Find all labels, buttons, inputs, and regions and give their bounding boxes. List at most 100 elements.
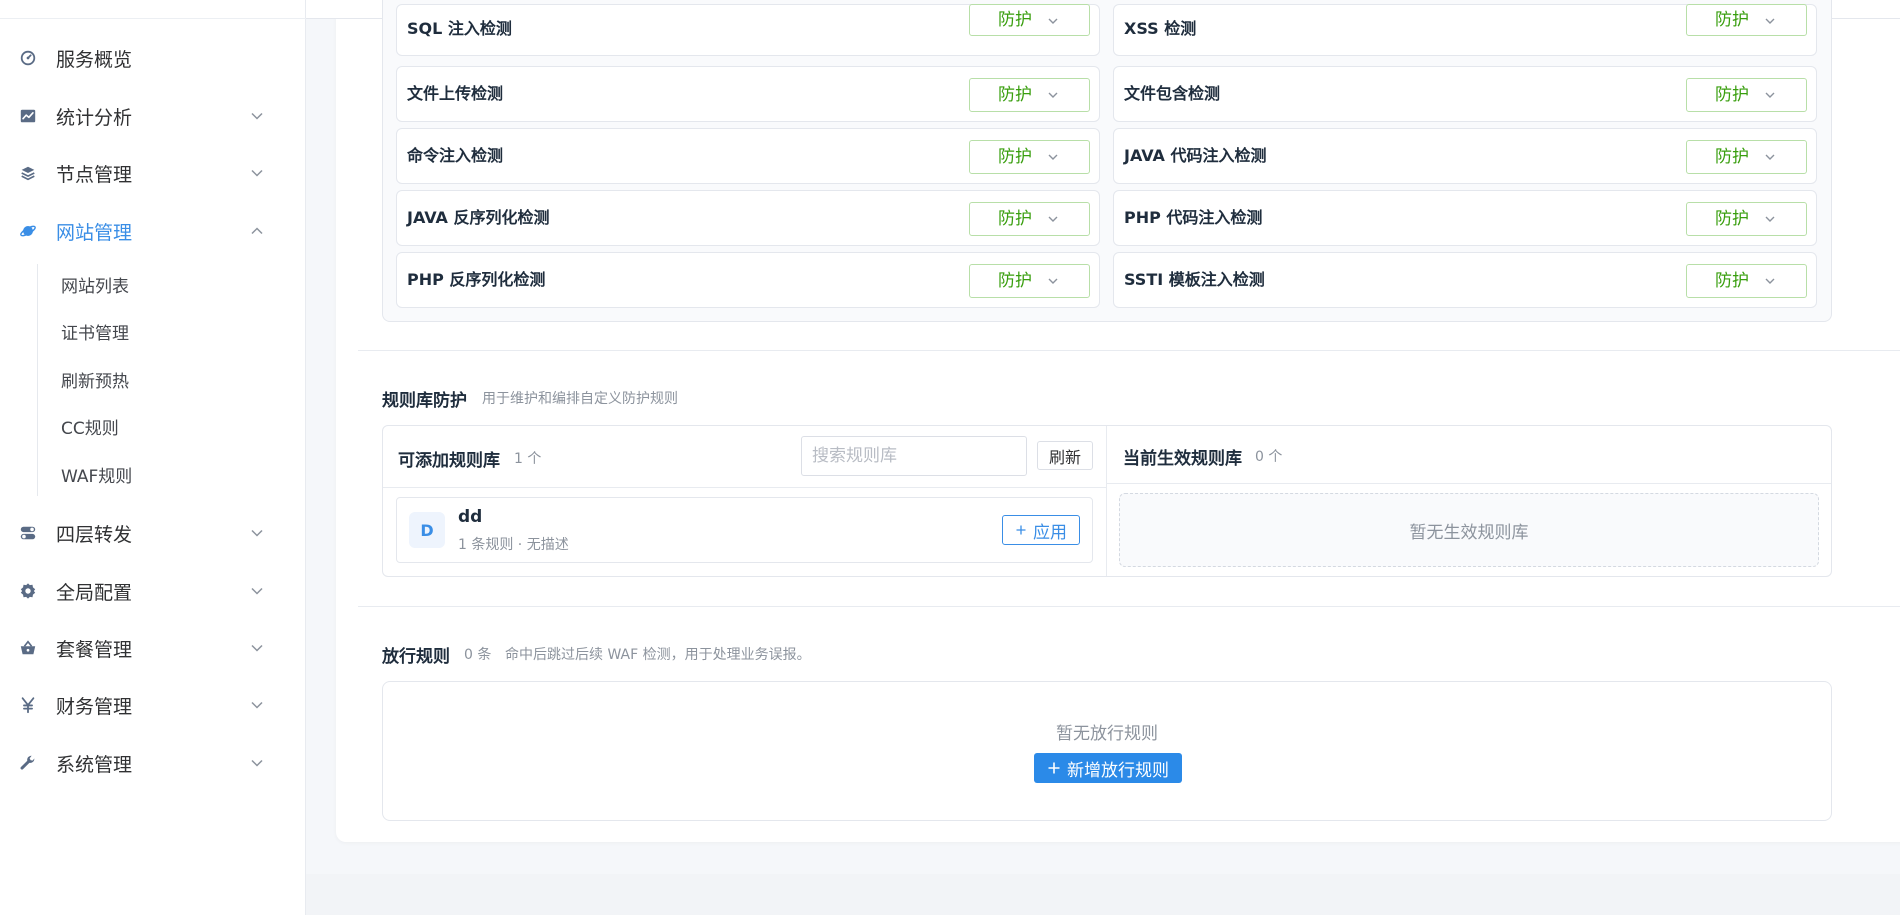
chevron-down-icon — [1765, 92, 1775, 98]
mode-select-ssti[interactable]: 防护 — [1686, 264, 1807, 298]
section-divider — [358, 606, 1900, 607]
wrench-icon — [18, 753, 38, 773]
mode-value: 防护 — [998, 10, 1032, 30]
mode-value: 防护 — [998, 85, 1032, 105]
sidebar-item-overview[interactable]: 服务概览 — [0, 34, 306, 82]
pass-rules-empty: 暂无放行规则 — [1056, 724, 1158, 744]
sidebar-item-system[interactable]: 系统管理 — [0, 739, 306, 787]
detection-name: SQL 注入检测 — [407, 19, 512, 38]
library-item: D dd 1 条规则 · 无描述 应用 — [396, 497, 1093, 563]
mode-value: 防护 — [1715, 271, 1749, 291]
library-avatar: D — [409, 512, 445, 548]
page-footer-area — [306, 874, 1900, 915]
mode-select-java-deserial[interactable]: 防护 — [969, 202, 1090, 236]
detection-name: PHP 反序列化检测 — [407, 270, 546, 289]
chevron-down-icon — [1765, 18, 1775, 24]
detection-row-java-deserial: JAVA 反序列化检测 防护 — [396, 190, 1100, 246]
apply-library-button[interactable]: 应用 — [1002, 515, 1080, 545]
sidebar-item-label: 四层转发 — [56, 523, 133, 546]
chevron-down-icon — [1765, 154, 1775, 160]
pass-rules-desc: 命中后跳过后续 WAF 检测，用于处理业务误报。 — [505, 647, 811, 663]
sidebar-item-global-config[interactable]: 全局配置 — [0, 567, 306, 615]
sidebar-item-statistics[interactable]: 统计分析 — [0, 92, 306, 140]
mode-value: 防护 — [998, 209, 1032, 229]
mode-value: 防护 — [1715, 85, 1749, 105]
chevron-down-icon — [251, 759, 263, 767]
active-libraries-count: 0 个 — [1255, 449, 1283, 465]
mode-value: 防护 — [998, 147, 1032, 167]
mode-select-sql[interactable]: 防护 — [969, 4, 1090, 36]
mode-value: 防护 — [998, 271, 1032, 291]
sidebar-item-websites[interactable]: 网站管理 — [0, 207, 306, 255]
detection-name: 命令注入检测 — [407, 146, 504, 165]
mode-value: 防护 — [1715, 209, 1749, 229]
detection-panel: SQL 注入检测 防护 XSS 检测 防护 文件上传检测 防护 文件包含检测 防… — [382, 0, 1832, 322]
detection-name: 文件上传检测 — [407, 84, 504, 103]
panel-divider — [383, 487, 1106, 488]
panel-separator — [1106, 426, 1107, 576]
chevron-down-icon — [251, 112, 263, 120]
detection-name: XSS 检测 — [1124, 19, 1197, 38]
sidebar-item-label: 网站管理 — [56, 221, 133, 244]
chevron-down-icon — [251, 644, 263, 652]
sidebar: 服务概览 统计分析 节点管理 网站管理 网站列表 证书管理 刷新预热 CC规则 … — [0, 0, 306, 915]
mode-select-file-include[interactable]: 防护 — [1686, 78, 1807, 112]
mode-select-command[interactable]: 防护 — [969, 140, 1090, 174]
submenu-item-waf-rules[interactable]: WAF规则 — [61, 462, 132, 487]
mode-select-java-code[interactable]: 防护 — [1686, 140, 1807, 174]
detection-row-java-code: JAVA 代码注入检测 防护 — [1113, 128, 1817, 184]
chevron-down-icon — [251, 587, 263, 595]
add-pass-rule-button[interactable]: 新增放行规则 — [1034, 753, 1182, 783]
sidebar-item-label: 节点管理 — [56, 163, 133, 186]
sidebar-item-nodes[interactable]: 节点管理 — [0, 149, 306, 197]
apply-label: 应用 — [1033, 522, 1067, 543]
submenu-item-cc-rules[interactable]: CC规则 — [61, 414, 119, 439]
chevron-down-icon — [251, 529, 263, 537]
submenu-item-site-list[interactable]: 网站列表 — [61, 272, 129, 297]
chevron-up-icon — [251, 227, 263, 235]
mode-select-php-code[interactable]: 防护 — [1686, 202, 1807, 236]
detection-row-php-deserial: PHP 反序列化检测 防护 — [396, 252, 1100, 308]
mode-value: 防护 — [1715, 147, 1749, 167]
sidebar-item-packages[interactable]: 套餐管理 — [0, 624, 306, 672]
sidebar-item-l4-forwarding[interactable]: 四层转发 — [0, 509, 306, 557]
chevron-down-icon — [1048, 216, 1058, 222]
section-divider — [358, 350, 1900, 351]
submenu-line — [37, 264, 38, 496]
layers-icon — [18, 163, 38, 183]
chevron-down-icon — [251, 701, 263, 709]
search-library-input[interactable] — [801, 436, 1027, 476]
detection-name: SSTI 模板注入检测 — [1124, 270, 1265, 289]
mode-select-php-deserial[interactable]: 防护 — [969, 264, 1090, 298]
chevron-down-icon — [1048, 278, 1058, 284]
rule-library-title: 规则库防护 — [382, 391, 467, 411]
mode-select-file-upload[interactable]: 防护 — [969, 78, 1090, 112]
panel-divider — [1107, 483, 1831, 484]
submenu-item-certificates[interactable]: 证书管理 — [61, 319, 129, 344]
refresh-button[interactable]: 刷新 — [1037, 441, 1093, 470]
pass-rules-panel: 暂无放行规则 新增放行规则 — [382, 681, 1832, 821]
detection-name: 文件包含检测 — [1124, 84, 1221, 103]
mode-value: 防护 — [1715, 10, 1749, 30]
sidebar-item-label: 财务管理 — [56, 695, 133, 718]
chevron-down-icon — [1765, 278, 1775, 284]
rule-library-panel: 可添加规则库 1 个 刷新 D dd 1 条规则 · 无描述 应用 当前生效规则… — [382, 425, 1832, 577]
detection-name: PHP 代码注入检测 — [1124, 208, 1263, 227]
detection-row-xss: XSS 检测 防护 — [1113, 4, 1817, 56]
toggle-icon — [18, 523, 38, 543]
rule-library-desc: 用于维护和编排自定义防护规则 — [482, 391, 678, 407]
dashboard-icon — [18, 48, 38, 68]
planet-icon — [18, 221, 38, 241]
submenu-item-refresh-preheat[interactable]: 刷新预热 — [61, 367, 129, 392]
active-libraries-empty: 暂无生效规则库 — [1119, 493, 1819, 567]
add-pass-rule-label: 新增放行规则 — [1067, 760, 1169, 781]
mode-select-xss[interactable]: 防护 — [1686, 4, 1807, 36]
chevron-down-icon — [1048, 154, 1058, 160]
detection-row-file-upload: 文件上传检测 防护 — [396, 66, 1100, 122]
detection-row-sql: SQL 注入检测 防护 — [396, 4, 1100, 56]
active-libraries-title: 当前生效规则库 — [1123, 449, 1242, 469]
sidebar-item-finance[interactable]: 财务管理 — [0, 681, 306, 729]
detection-row-file-include: 文件包含检测 防护 — [1113, 66, 1817, 122]
gear-icon — [18, 581, 38, 601]
pass-rules-count: 0 条 — [464, 647, 492, 663]
